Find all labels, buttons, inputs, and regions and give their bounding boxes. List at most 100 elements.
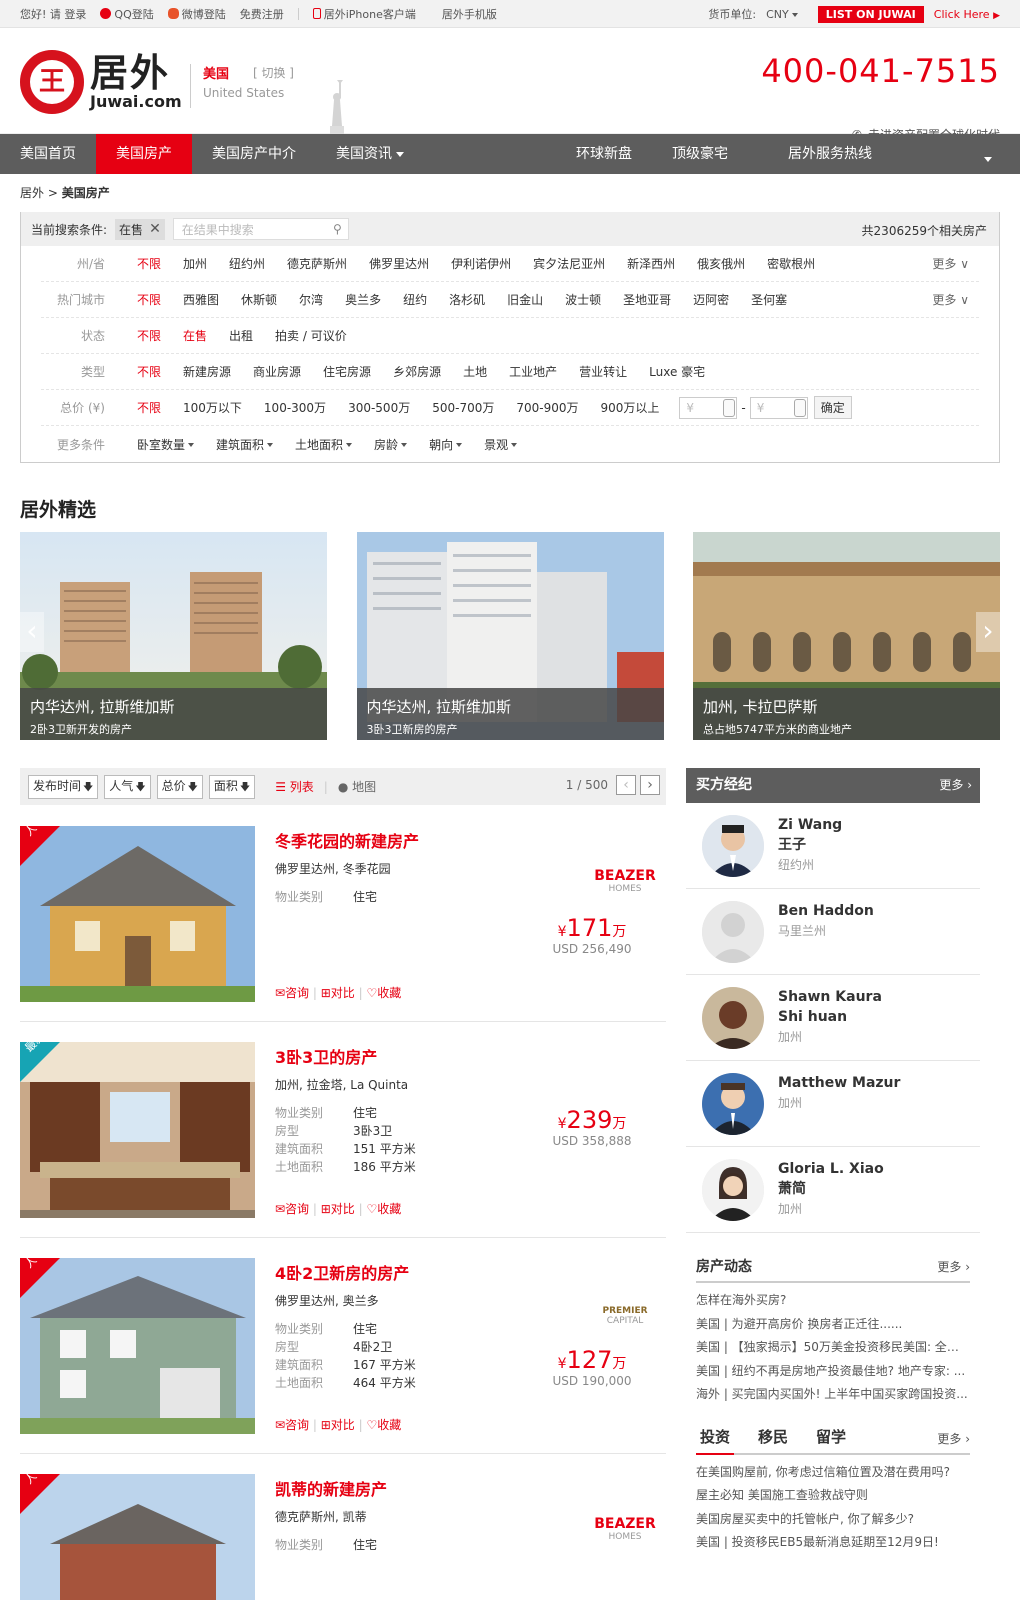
agents-more-link[interactable]: 更多 ›	[939, 768, 972, 803]
filter-option[interactable]: 土地面积	[295, 436, 353, 453]
iphone-client-link[interactable]: 居外iPhone客户端	[312, 6, 416, 22]
filter-option[interactable]: 土地	[463, 363, 487, 380]
listing-card[interactable]: 最新 3卧3卫的房产 加州, 拉金塔, La Quinta 物业类别 住宅 房型 3卧3卫建…	[20, 1042, 666, 1238]
consult-link[interactable]: ✉咨询	[275, 1202, 309, 1216]
filter-option[interactable]: 迈阿密	[693, 291, 729, 308]
news-item[interactable]: 怎样在海外买房?	[696, 1289, 970, 1313]
list-on-juwai-button[interactable]: LIST ON JUWAI	[817, 5, 924, 23]
filter-option[interactable]: 加州	[183, 255, 207, 272]
filter-option[interactable]: 乡郊房源	[393, 363, 441, 380]
nav-luxury[interactable]: 顶级豪宅	[652, 134, 748, 174]
sort-by-popularity-button[interactable]: 人气 🡇	[104, 774, 151, 799]
search-icon[interactable]: ⚲	[333, 222, 342, 236]
news-item[interactable]: 美国 | 【独家揭示】50万美金投资移民美国: 全家...	[696, 1336, 970, 1360]
filter-option[interactable]: 德克萨斯州	[287, 255, 347, 272]
featured-card[interactable]: 内华达州, 拉斯维加斯 3卧3卫新房的房产	[356, 532, 664, 740]
listing-photo[interactable]: 最新	[20, 1042, 255, 1218]
listing-title[interactable]: 4卧2卫新房的房产	[275, 1260, 409, 1284]
filter-option[interactable]: 圣何塞	[751, 291, 787, 308]
nav-us-agents[interactable]: 美国房产中介	[192, 134, 316, 174]
weibo-login-link[interactable]: 微博登陆	[167, 6, 226, 22]
agent-card[interactable]: Shawn Kaura Shi huan 加州	[686, 975, 980, 1061]
article-item[interactable]: 在美国购屋前, 你考虑过信箱位置及潜在费用吗?	[696, 1461, 970, 1485]
filter-option[interactable]: Luxe 豪宅	[649, 363, 705, 380]
filter-option[interactable]: 西雅图	[183, 291, 219, 308]
filter-option[interactable]: 在售	[183, 327, 207, 344]
filter-option[interactable]: 拍卖 / 可议价	[275, 327, 347, 344]
filter-option[interactable]: 尔湾	[299, 291, 323, 308]
nav-us-property[interactable]: 美国房产	[96, 134, 192, 174]
filter-option[interactable]: 不限	[137, 327, 161, 344]
article-item[interactable]: 美国 | 投资移民EB5最新消息延期至12月9日!	[696, 1531, 970, 1555]
news-item[interactable]: 美国 | 为避开高房价 换房者正迁往......	[696, 1313, 970, 1337]
filter-option[interactable]: 景观	[484, 436, 518, 453]
favorite-link[interactable]: ♡收藏	[366, 1202, 401, 1216]
consult-link[interactable]: ✉咨询	[275, 986, 309, 1000]
filter-option[interactable]: 奥兰多	[345, 291, 381, 308]
register-link[interactable]: 免费注册	[240, 6, 284, 22]
news-item[interactable]: 海外 | 买完国内买国外! 上半年中国买家跨国投资...	[696, 1383, 970, 1407]
compare-link[interactable]: ⊞对比	[321, 1202, 355, 1216]
compare-link[interactable]: ⊞对比	[321, 986, 355, 1000]
agent-card[interactable]: Matthew Mazur 加州	[686, 1061, 980, 1147]
article-item[interactable]: 屋主必知 美国施工查验救战守则	[696, 1484, 970, 1508]
agent-card[interactable]: Ben Haddon 马里兰州	[686, 889, 980, 975]
filter-option[interactable]: 商业房源	[253, 363, 301, 380]
sort-by-area-button[interactable]: 面积 🡇	[208, 774, 256, 799]
listing-card[interactable]: 人气凯蒂的新建房产德克萨斯州, 凯蒂物业类别住宅BEAZERHOMES✉咨询 |…	[20, 1474, 666, 1600]
agent-name[interactable]: Matthew Mazur	[778, 1073, 900, 1093]
filter-option[interactable]: 900万以上	[600, 399, 659, 416]
spinner-icon[interactable]	[723, 398, 736, 417]
tab-study[interactable]: 留学	[812, 1426, 850, 1453]
filter-option[interactable]: 波士顿	[565, 291, 601, 308]
close-icon[interactable]: ✕	[149, 221, 161, 237]
avatar[interactable]	[702, 1073, 764, 1135]
favorite-link[interactable]: ♡收藏	[366, 1418, 401, 1432]
filter-option[interactable]: 700-900万	[516, 399, 578, 416]
filter-option[interactable]: 朝向	[429, 436, 463, 453]
filter-option[interactable]: 宾夕法尼亚州	[533, 255, 605, 272]
listing-photo[interactable]: 人气	[20, 1474, 255, 1600]
qq-login-link[interactable]: QQ登陆	[100, 6, 154, 22]
carousel-next-button[interactable]: ›	[976, 612, 1000, 652]
filter-option[interactable]: 房龄	[374, 436, 408, 453]
filter-option[interactable]: 密歇根州	[767, 255, 815, 272]
filter-option[interactable]: 不限	[137, 291, 161, 308]
price-max-input[interactable]: ¥	[749, 396, 808, 419]
sort-by-price-button[interactable]: 总价 🡇	[156, 774, 203, 799]
filter-option[interactable]: 新泽西州	[627, 255, 675, 272]
news-item[interactable]: 美国 | 纽约不再是房地产投资最佳地? 地产专家: ...	[696, 1360, 970, 1384]
listing-title[interactable]: 冬季花园的新建房产	[275, 828, 419, 852]
filter-option[interactable]: 俄亥俄州	[697, 255, 745, 272]
filter-option[interactable]: 100-300万	[264, 399, 326, 416]
avatar[interactable]	[702, 815, 764, 877]
filter-option[interactable]: 不限	[137, 255, 161, 272]
filter-option[interactable]: 旧金山	[507, 291, 543, 308]
filter-option[interactable]: 不限	[137, 399, 161, 416]
filter-option[interactable]: 卧室数量	[137, 436, 195, 453]
nav-global-new[interactable]: 环球新盘	[556, 134, 652, 174]
price-min-input[interactable]: ¥	[679, 396, 738, 419]
listing-photo[interactable]: 人气	[20, 826, 255, 1002]
filter-option[interactable]: 佛罗里达州	[369, 255, 429, 272]
switch-country-link[interactable]: [ 切换 ]	[253, 64, 294, 81]
tab-immigration[interactable]: 移民	[754, 1426, 792, 1453]
favorite-link[interactable]: ♡收藏	[366, 986, 401, 1000]
filter-option[interactable]: 纽约	[403, 291, 427, 308]
agent-name[interactable]: Ben Haddon	[778, 901, 874, 921]
filter-option[interactable]: 洛杉矶	[449, 291, 485, 308]
list-view-toggle[interactable]: ☰ 列表	[275, 778, 314, 795]
filter-option[interactable]: 纽约州	[229, 255, 265, 272]
filter-option[interactable]: 工业地产	[509, 363, 557, 380]
filter-option[interactable]: 圣地亚哥	[623, 291, 671, 308]
agent-name[interactable]: Gloria L. Xiao	[778, 1159, 884, 1179]
condition-tag[interactable]: 在售 ✕	[115, 218, 165, 240]
listing-title[interactable]: 3卧3卫的房产	[275, 1044, 377, 1068]
nav-us-home[interactable]: 美国首页	[0, 134, 96, 174]
agent-name[interactable]: Shawn Kaura	[778, 987, 882, 1007]
agent-name[interactable]: Zi Wang	[778, 815, 842, 835]
filter-option[interactable]: 300-500万	[348, 399, 410, 416]
filter-option[interactable]: 新建房源	[183, 363, 231, 380]
filter-more-link[interactable]: 更多 ∨	[932, 291, 969, 308]
listing-title[interactable]: 凯蒂的新建房产	[275, 1476, 387, 1500]
